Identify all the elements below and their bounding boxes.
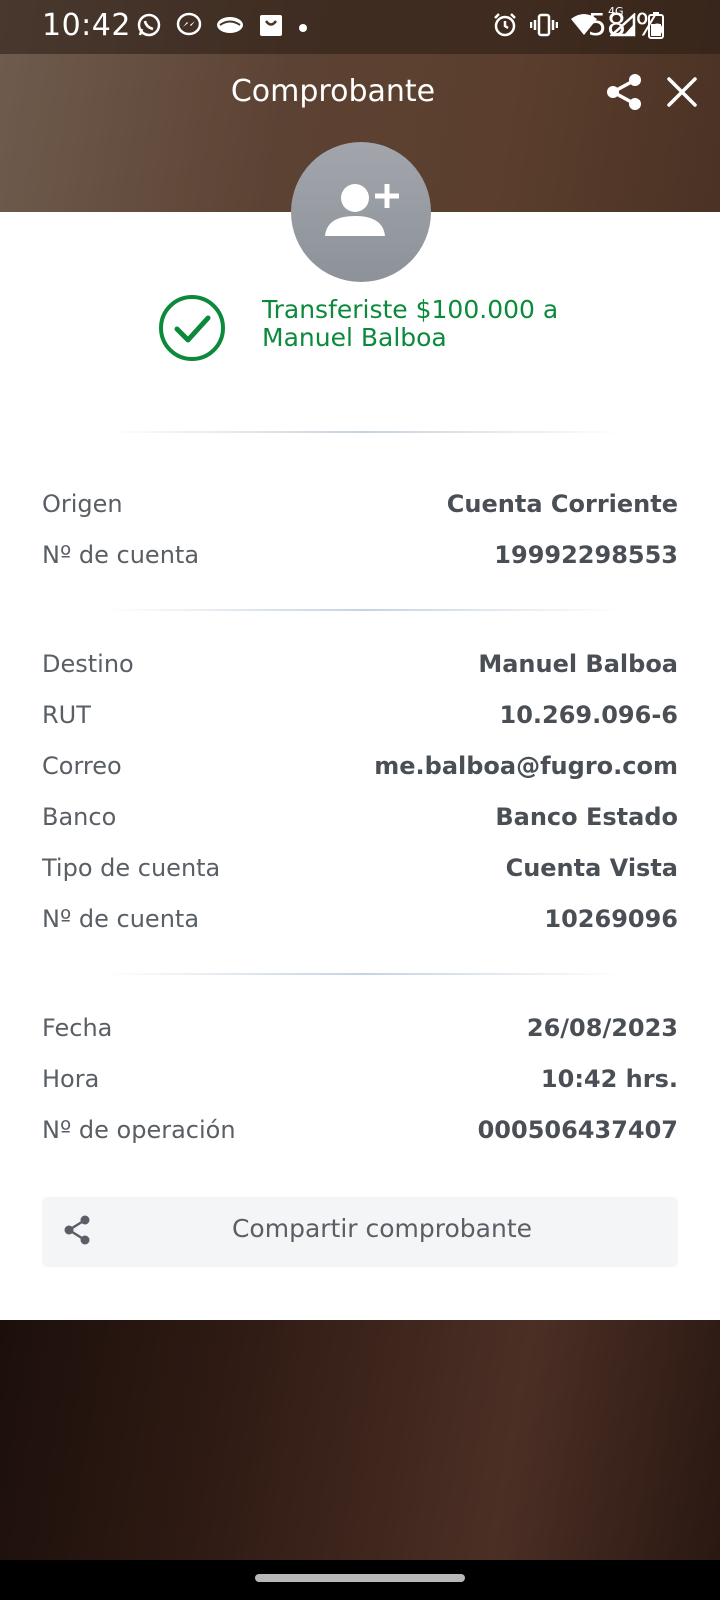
- divider: [104, 973, 624, 975]
- destination-account-row: Nº de cuenta 10269096: [42, 899, 678, 939]
- close-icon: [667, 77, 697, 107]
- destination-account-label: Nº de cuenta: [42, 905, 200, 933]
- divider: [104, 431, 624, 433]
- date-value: 26/08/2023: [526, 1014, 678, 1042]
- status-time: 10:42: [42, 8, 131, 43]
- date-label: Fecha: [42, 1014, 113, 1042]
- page-title: Comprobante: [230, 74, 436, 109]
- shopping-bag-icon: [258, 12, 284, 42]
- divider: [104, 609, 624, 611]
- share-button[interactable]: [604, 72, 644, 112]
- close-button[interactable]: [664, 74, 700, 110]
- email-label: Correo: [42, 752, 122, 780]
- add-contact-icon: [325, 184, 399, 236]
- origin-account-row: Nº de cuenta 19992298553: [42, 535, 678, 575]
- share-receipt-label: Compartir comprobante: [231, 1214, 533, 1243]
- time-value: 10:42 hrs.: [540, 1065, 678, 1093]
- origin-label: Origen: [42, 490, 123, 518]
- whatsapp-icon: [136, 12, 162, 42]
- destination-account-value: 10269096: [544, 905, 678, 933]
- share-icon: [607, 74, 641, 110]
- rut-row: RUT 10.269.096-6: [42, 695, 678, 735]
- rut-label: RUT: [42, 701, 91, 729]
- notification-icons: [136, 11, 308, 43]
- operation-number-label: Nº de operación: [42, 1116, 236, 1144]
- origin-value: Cuenta Corriente: [446, 490, 678, 518]
- share-receipt-button[interactable]: Compartir comprobante: [42, 1197, 678, 1267]
- origin-account-value: 19992298553: [494, 541, 678, 569]
- account-type-row: Tipo de cuenta Cuenta Vista: [42, 848, 678, 888]
- email-value: me.balboa@fugro.com: [374, 752, 678, 780]
- account-type-value: Cuenta Vista: [505, 854, 678, 882]
- rut-value: 10.269.096-6: [499, 701, 679, 729]
- home-indicator[interactable]: [255, 1574, 465, 1582]
- messenger-icon: [176, 12, 202, 42]
- time-row: Hora 10:42 hrs.: [42, 1059, 678, 1099]
- operation-number-value: 000506437407: [477, 1116, 678, 1144]
- bank-label: Banco: [42, 803, 117, 831]
- time-label: Hora: [42, 1065, 100, 1093]
- date-row: Fecha 26/08/2023: [42, 1008, 678, 1048]
- bank-value: Banco Estado: [495, 803, 678, 831]
- alarm-icon: [492, 12, 518, 42]
- check-circle-icon: [158, 294, 226, 362]
- destination-row: Destino Manuel Balboa: [42, 644, 678, 684]
- account-type-label: Tipo de cuenta: [42, 854, 221, 882]
- operation-number-row: Nº de operación 000506437407: [42, 1110, 678, 1150]
- origin-row: Origen Cuenta Corriente: [42, 484, 678, 524]
- battery-percentage: 58 %: [587, 8, 664, 43]
- email-row: Correo me.balboa@fugro.com: [42, 746, 678, 786]
- destination-value: Manuel Balboa: [478, 650, 678, 678]
- dot-icon: [298, 18, 308, 37]
- status-bar: 10:42 4G 58 %: [0, 0, 720, 54]
- vibrate-icon: [529, 13, 559, 41]
- bottom-background: [0, 1320, 720, 1560]
- origin-account-label: Nº de cuenta: [42, 541, 200, 569]
- add-contact-button[interactable]: [291, 142, 431, 282]
- bank-row: Banco Banco Estado: [42, 797, 678, 837]
- success-message: Transferiste $100.000 a Manuel Balboa: [262, 295, 559, 352]
- destination-label: Destino: [42, 650, 134, 678]
- app-icon: [216, 14, 244, 40]
